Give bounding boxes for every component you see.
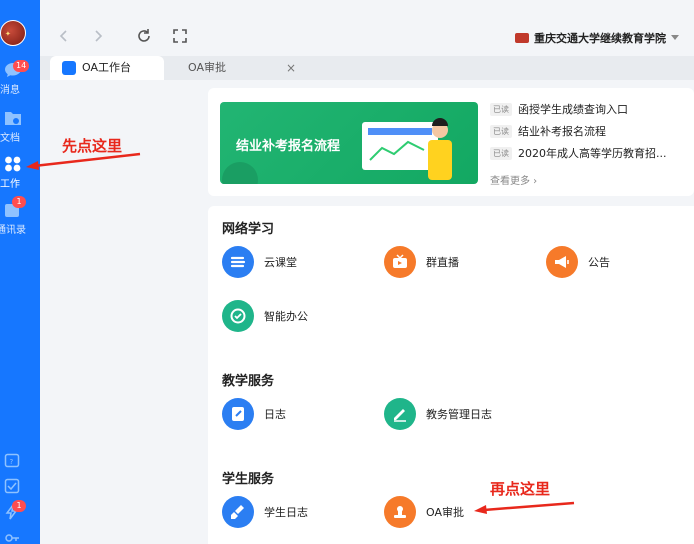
annotation-second: 再点这里 xyxy=(490,480,551,498)
news-card: 结业补考报名流程 已读 函授学生成绩查询入口 已读 结业补考报名流程 已读 2020年… xyxy=(208,88,694,196)
workbench-icon xyxy=(62,61,76,75)
rail-item-label: 通讯录 xyxy=(0,225,26,236)
rail-item-work[interactable]: 工作 xyxy=(0,154,40,194)
megaphone-icon xyxy=(546,246,578,278)
stamp-icon xyxy=(384,496,416,528)
news-title: 结业补考报名流程 xyxy=(518,125,606,138)
news-title: 函授学生成绩查询入口 xyxy=(518,103,628,116)
tab-bar: OA工作台 OA审批 × xyxy=(40,56,694,80)
app-academic-log[interactable]: 教务管理日志 xyxy=(384,398,492,430)
app-label: OA审批 xyxy=(426,506,464,519)
messages-badge: 14 xyxy=(13,60,30,72)
grid-apps-icon xyxy=(5,156,21,172)
app-student-log[interactable]: 学生日志 xyxy=(222,496,308,528)
pen-icon xyxy=(384,398,416,430)
app-announcement[interactable]: 公告 xyxy=(546,246,610,278)
app-label: 日志 xyxy=(264,408,286,421)
org-name: 重庆交通大学继续教育学院 xyxy=(534,32,666,45)
org-selector[interactable]: 重庆交通大学继续教育学院 xyxy=(515,30,679,46)
smart-office-icon xyxy=(222,300,254,332)
news-item[interactable]: 已读 函授学生成绩查询入口 xyxy=(490,98,690,120)
left-rail: ✦ 14 消息 文档 工作 1 通讯录 ? 1 xyxy=(0,0,40,544)
contacts-badge: 1 xyxy=(12,196,26,208)
key-icon[interactable] xyxy=(4,530,20,544)
news-item[interactable]: 已读 2020年成人高等学历教育招... xyxy=(490,142,690,164)
app-label: 智能办公 xyxy=(264,310,308,323)
top-toolbar: 重庆交通大学继续教育学院 xyxy=(40,0,694,56)
banner[interactable]: 结业补考报名流程 xyxy=(220,102,478,184)
cloud-classroom-icon xyxy=(222,246,254,278)
news-list: 已读 函授学生成绩查询入口 已读 结业补考报名流程 已读 2020年成人高等学历教育招… xyxy=(490,98,690,164)
rail-item-label: 消息 xyxy=(0,85,20,96)
rail-item-label: 文档 xyxy=(0,133,20,144)
section-title-student: 学生服务 xyxy=(222,472,275,487)
app-log[interactable]: 日志 xyxy=(222,398,286,430)
org-logo xyxy=(515,33,529,43)
rail-item-label: 工作 xyxy=(0,179,20,190)
read-tag: 已读 xyxy=(490,124,512,138)
app-label: 公告 xyxy=(588,256,610,269)
notebook-icon xyxy=(222,398,254,430)
read-tag: 已读 xyxy=(490,146,512,160)
svg-text:?: ? xyxy=(10,458,14,466)
checklist-icon[interactable] xyxy=(4,478,20,494)
app-oa-approval[interactable]: OA审批 xyxy=(384,496,464,528)
app-label: 教务管理日志 xyxy=(426,408,492,421)
rail-item-messages[interactable]: 14 消息 xyxy=(0,60,40,100)
rail-item-docs[interactable]: 文档 xyxy=(0,108,40,148)
app-label: 云课堂 xyxy=(264,256,297,269)
chevron-down-icon xyxy=(671,35,679,40)
app-label: 群直播 xyxy=(426,256,459,269)
docs-icon xyxy=(5,112,21,125)
tab-oa-workbench[interactable]: OA工作台 xyxy=(50,56,164,80)
read-tag: 已读 xyxy=(490,102,512,116)
rail-item-contacts[interactable]: 1 通讯录 xyxy=(0,196,40,240)
section-title-teaching: 教学服务 xyxy=(222,374,275,389)
broom-icon xyxy=(222,496,254,528)
view-more-link[interactable]: 查看更多 › xyxy=(490,172,537,187)
app-smart-office[interactable]: 智能办公 xyxy=(222,300,308,332)
section-title-online: 网络学习 xyxy=(222,222,275,237)
fullscreen-icon[interactable] xyxy=(172,28,188,44)
banner-title: 结业补考报名流程 xyxy=(236,139,341,154)
tab-oa-approval[interactable]: OA审批 × xyxy=(188,56,300,80)
app-group-live[interactable]: 群直播 xyxy=(384,246,459,278)
avatar[interactable]: ✦ xyxy=(0,20,26,46)
close-icon[interactable]: × xyxy=(286,56,296,80)
news-title: 2020年成人高等学历教育招... xyxy=(518,147,667,160)
app-cloud-classroom[interactable]: 云课堂 xyxy=(222,246,297,278)
avatar-mark: ✦ xyxy=(5,30,11,38)
app-label: 学生日志 xyxy=(264,506,308,519)
tab-label: OA审批 xyxy=(188,61,226,74)
forward-arrow-icon[interactable] xyxy=(90,28,106,44)
tv-icon xyxy=(384,246,416,278)
tab-label: OA工作台 xyxy=(82,61,131,74)
bottom-badge: 1 xyxy=(12,500,26,512)
back-arrow-icon[interactable] xyxy=(56,28,72,44)
apps-card: 网络学习 云课堂 群直播 公告 智能办公 教学服务 日志 教务管理日志 学生服务… xyxy=(208,206,694,544)
calendar-icon[interactable]: ? xyxy=(4,452,20,468)
news-item[interactable]: 已读 结业补考报名流程 xyxy=(490,120,690,142)
annotation-first: 先点这里 xyxy=(62,137,123,155)
refresh-icon[interactable] xyxy=(136,28,152,44)
